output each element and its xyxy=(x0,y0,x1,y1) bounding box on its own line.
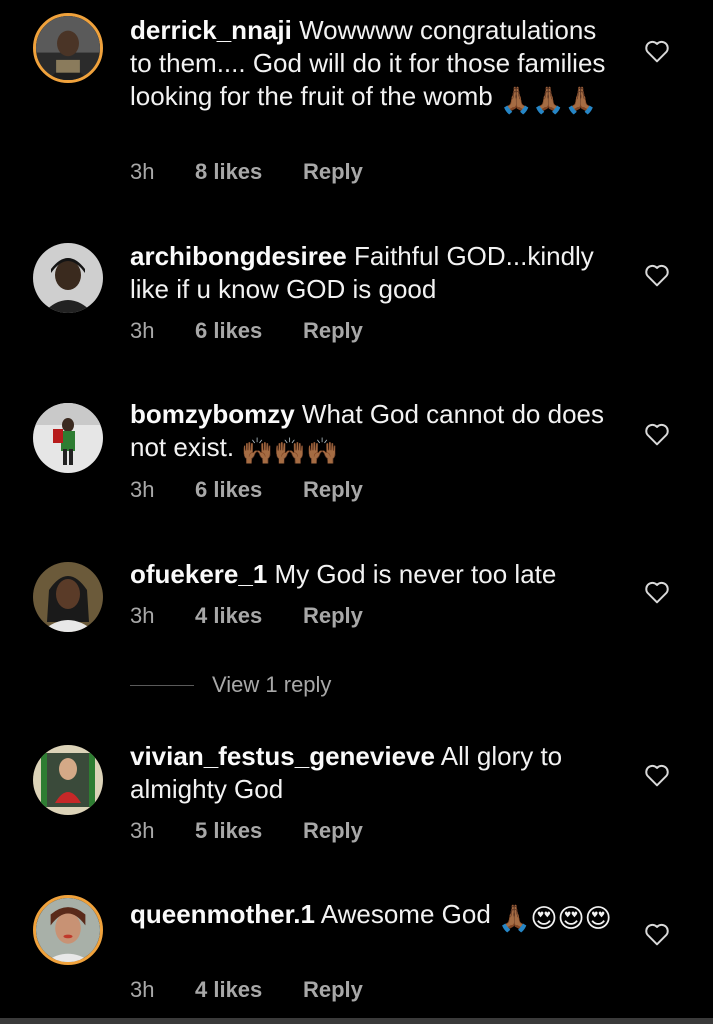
avatar-image xyxy=(33,403,103,473)
heart-outline-icon[interactable] xyxy=(644,922,670,946)
comment-likes[interactable]: 8 likes xyxy=(195,159,303,185)
comment-meta: 3h 6 likes Reply xyxy=(130,316,363,346)
comment-username[interactable]: queenmother.1 xyxy=(130,899,315,929)
comment-likes[interactable]: 6 likes xyxy=(195,318,303,344)
comment-likes[interactable]: 6 likes xyxy=(195,477,303,503)
comment-username[interactable]: bomzybomzy xyxy=(130,399,295,429)
comment-username[interactable]: ofuekere_1 xyxy=(130,559,267,589)
replies-divider xyxy=(130,684,194,686)
reply-button[interactable]: Reply xyxy=(303,318,363,344)
avatar[interactable] xyxy=(33,895,103,965)
reply-button[interactable]: Reply xyxy=(303,818,363,844)
heart-outline-icon[interactable] xyxy=(644,263,670,287)
comment-body: bomzybomzy What God cannot do does not e… xyxy=(130,398,620,468)
view-replies-button[interactable]: View 1 reply xyxy=(130,670,331,700)
comment-body: archibongdesiree Faithful GOD...kindly l… xyxy=(130,240,620,306)
comment-meta: 3h 5 likes Reply xyxy=(130,816,363,846)
heart-outline-icon[interactable] xyxy=(644,580,670,604)
comment-username[interactable]: archibongdesiree xyxy=(130,241,347,271)
comment-emoji: 🙏🏾😍😍😍 xyxy=(498,903,612,933)
comment-body: vivian_festus_genevieve All glory to alm… xyxy=(130,740,620,806)
comment-likes[interactable]: 4 likes xyxy=(195,603,303,629)
comment-meta: 3h 4 likes Reply xyxy=(130,975,363,1005)
comment-time: 3h xyxy=(130,477,155,502)
avatar[interactable] xyxy=(33,745,103,815)
heart-outline-icon[interactable] xyxy=(644,763,670,787)
reply-button[interactable]: Reply xyxy=(303,159,363,185)
avatar-image xyxy=(36,898,100,962)
comment-likes[interactable]: 4 likes xyxy=(195,977,303,1003)
comment-emoji: 🙏🏾🙏🏾🙏🏾 xyxy=(499,85,598,115)
heart-outline-icon[interactable] xyxy=(644,39,670,63)
comment-time: 3h xyxy=(130,603,155,628)
comment-meta: 3h 4 likes Reply xyxy=(130,601,363,631)
bottom-divider xyxy=(0,1018,713,1024)
comment-body: ofuekere_1 My God is never too late xyxy=(130,558,620,591)
comment-time: 3h xyxy=(130,977,155,1002)
comment-username[interactable]: derrick_nnaji xyxy=(130,15,292,45)
reply-button[interactable]: Reply xyxy=(303,977,363,1003)
comment-emoji: 🙌🏾🙌🏾🙌🏾 xyxy=(241,436,339,466)
comment-time: 3h xyxy=(130,818,155,843)
comment-text: Awesome God xyxy=(314,899,499,929)
avatar-image xyxy=(36,16,100,80)
reply-button[interactable]: Reply xyxy=(303,603,363,629)
comment-text: My God is never too late xyxy=(267,559,557,589)
avatar-image xyxy=(33,562,103,632)
view-replies-label: View 1 reply xyxy=(212,672,332,697)
comment-body: queenmother.1 Awesome God 🙏🏾😍😍😍 xyxy=(130,898,620,935)
avatar[interactable] xyxy=(33,562,103,632)
comment-meta: 3h 6 likes Reply xyxy=(130,475,363,505)
heart-outline-icon[interactable] xyxy=(644,422,670,446)
comment-time: 3h xyxy=(130,159,155,184)
comment-time: 3h xyxy=(130,318,155,343)
avatar[interactable] xyxy=(33,13,103,83)
avatar[interactable] xyxy=(33,243,103,313)
avatar-image xyxy=(33,745,103,815)
avatar-image xyxy=(33,243,103,313)
comment-username[interactable]: vivian_festus_genevieve xyxy=(130,741,435,771)
comment-body: derrick_nnaji Wowwww congratulations to … xyxy=(130,14,620,117)
avatar[interactable] xyxy=(33,403,103,473)
comment-likes[interactable]: 5 likes xyxy=(195,818,303,844)
reply-button[interactable]: Reply xyxy=(303,477,363,503)
comment-meta: 3h 8 likes Reply xyxy=(130,157,363,187)
